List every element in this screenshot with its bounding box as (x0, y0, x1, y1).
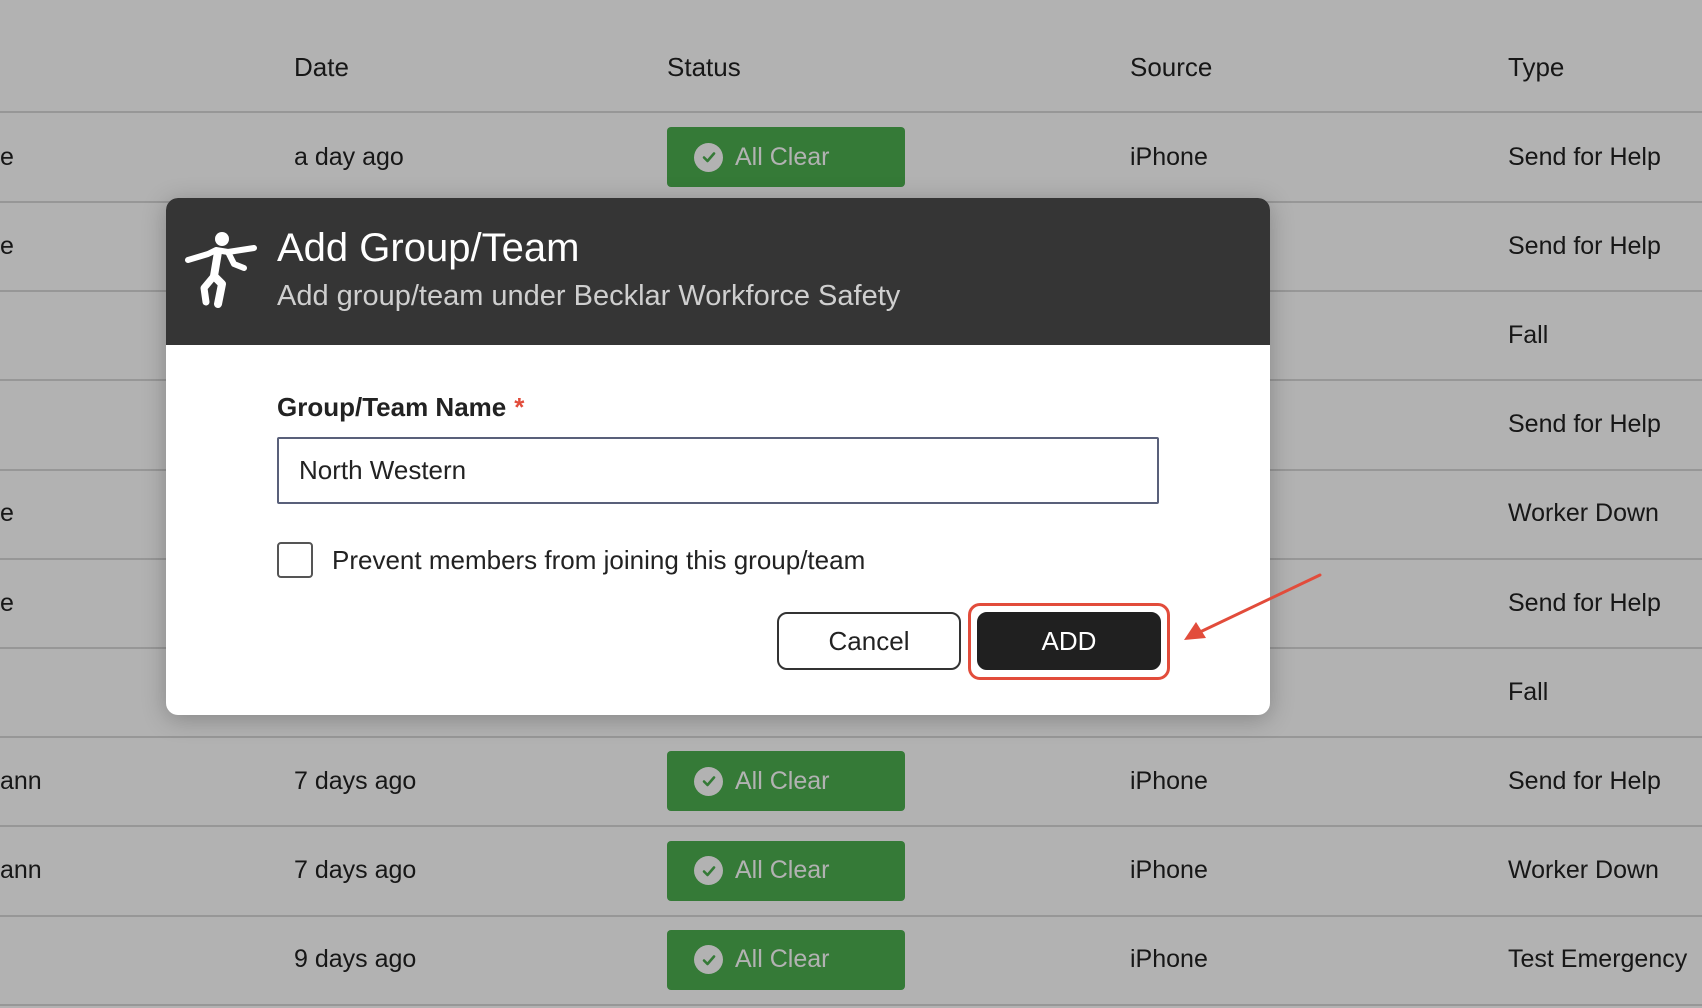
dialog-header: Add Group/Team Add group/team under Beck… (166, 198, 1270, 345)
group-name-input[interactable] (277, 437, 1159, 504)
cancel-button[interactable]: Cancel (777, 612, 961, 670)
annotation-highlight-box (968, 603, 1170, 680)
annotation-arrow-icon (1184, 573, 1322, 640)
prevent-joining-checkbox[interactable] (277, 542, 313, 578)
required-marker: * (514, 392, 525, 422)
group-name-label: Group/Team Name * (277, 392, 524, 423)
prevent-joining-label[interactable]: Prevent members from joining this group/… (332, 545, 865, 576)
dialog-title: Add Group/Team (277, 226, 580, 270)
falling-person-icon (185, 232, 257, 308)
dialog-subtitle: Add group/team under Becklar Workforce S… (277, 280, 901, 312)
group-name-label-text: Group/Team Name (277, 392, 507, 422)
